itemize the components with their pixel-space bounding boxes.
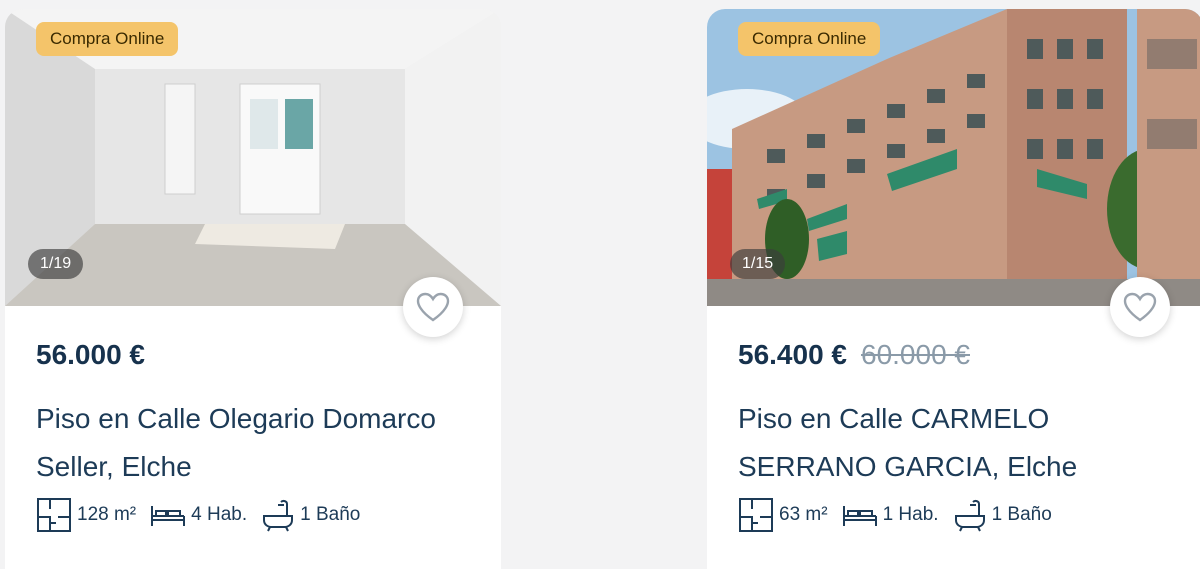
favorite-button[interactable] — [403, 277, 463, 337]
baths-feature: 1 Baño — [261, 498, 360, 532]
heart-icon — [1123, 292, 1157, 322]
bed-icon — [151, 506, 186, 526]
favorite-button[interactable] — [1110, 277, 1170, 337]
rooms-feature: 1 Hab. — [842, 502, 939, 528]
price-row: 56.000 € — [36, 339, 145, 371]
heart-icon — [416, 292, 450, 322]
price: 56.400 € — [738, 339, 847, 370]
old-price: 60.000 € — [861, 339, 970, 370]
rooms-value: 4 Hab. — [191, 504, 248, 525]
area-value: 128 m² — [77, 504, 137, 525]
compra-online-badge: Compra Online — [738, 22, 881, 56]
property-title[interactable]: Piso en Calle CARMELO SERRANO GARCIA, El… — [738, 395, 1178, 491]
rooms-value: 1 Hab. — [882, 504, 939, 525]
property-features: 128 m² 4 Hab. 1 Baño — [36, 497, 368, 533]
bathtub-icon — [954, 499, 985, 532]
bed-icon — [842, 506, 877, 526]
area-value: 63 m² — [779, 504, 828, 525]
baths-value: 1 Baño — [991, 504, 1052, 525]
area-feature: 128 m² — [36, 497, 136, 533]
baths-feature: 1 Baño — [953, 498, 1052, 532]
floorplan-icon — [739, 498, 773, 532]
property-photo[interactable]: Compra Online 1/15 — [707, 9, 1200, 306]
photo-counter: 1/15 — [730, 249, 786, 279]
baths-value: 1 Baño — [300, 504, 361, 525]
price-row: 56.400 € 60.000 € — [738, 339, 970, 371]
price: 56.000 € — [36, 339, 145, 370]
floorplan-icon — [37, 498, 71, 532]
compra-online-badge: Compra Online — [36, 22, 179, 56]
property-title[interactable]: Piso en Calle Olegario Domarco Seller, E… — [36, 395, 476, 491]
property-card[interactable]: Compra Online 1/15 56.400 € 60.000 € Pis… — [707, 9, 1200, 569]
bathtub-icon — [263, 499, 294, 532]
property-photo[interactable]: Compra Online 1/19 — [5, 9, 501, 306]
area-feature: 63 m² — [738, 497, 828, 533]
property-card[interactable]: Compra Online 1/19 56.000 € Piso en Call… — [5, 9, 501, 569]
property-features: 63 m² 1 Hab. 1 Baño — [738, 497, 1060, 533]
rooms-feature: 4 Hab. — [150, 502, 247, 528]
photo-counter: 1/19 — [28, 249, 84, 279]
